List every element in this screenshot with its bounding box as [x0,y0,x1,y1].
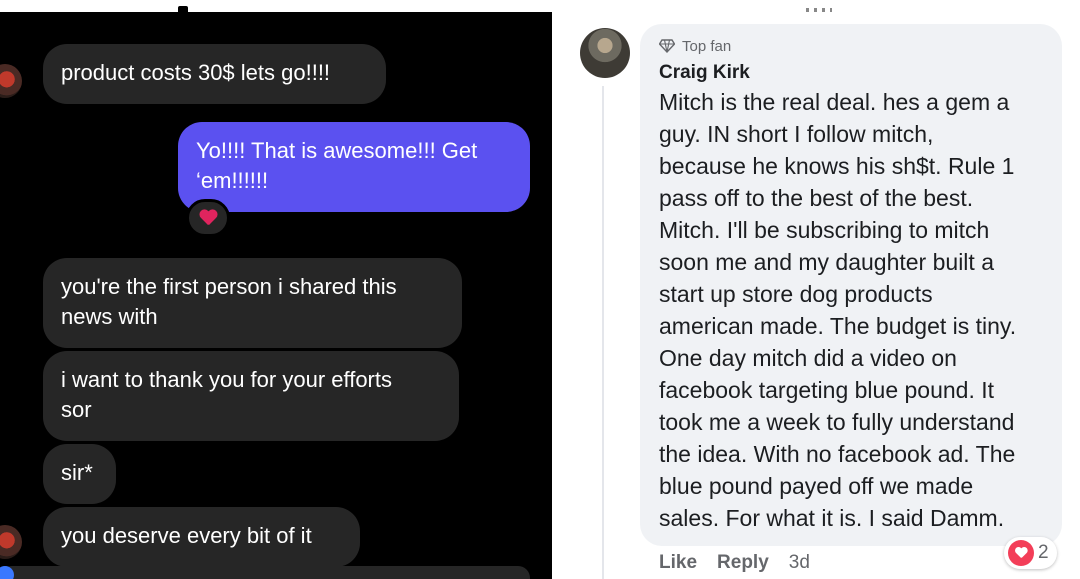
chat-panel: product costs 30$ lets go!!!! Yo!!!! Tha… [0,0,552,579]
comment-line: blue pound payed off we made [659,473,974,499]
comment-line: Mitch. I'll be subscribing to mitch [659,217,990,243]
comment-line: One day mitch did a video on [659,345,957,371]
top-indicator [806,8,832,12]
message-incoming[interactable]: i want to thank you for your efforts sor [43,351,459,441]
like-button[interactable]: Like [659,552,697,574]
message-outgoing[interactable]: Yo!!!! That is awesome!!! Get ‘em!!!!!! [178,122,530,212]
heart-icon [199,210,217,226]
badge-label: Top fan [682,37,732,55]
comment-author[interactable]: Craig Kirk [659,62,1042,84]
message-reaction[interactable] [186,199,230,237]
message-text-line: news with [61,304,158,329]
comment-line: american made. The budget is tiny. [659,313,1017,339]
comment-body: Mitch is the real deal. hes a gem a guy.… [659,86,1042,534]
sender-avatar[interactable] [0,525,22,559]
comment-line: sales. For what it is. I said Damm. [659,505,1005,531]
message-text-line: i want to thank you for your efforts [61,367,392,392]
message-incoming[interactable]: you deserve every bit of it [43,507,360,567]
message-incoming[interactable]: you're the first person i shared this ne… [43,258,462,348]
sender-avatar[interactable] [0,64,22,98]
thread-line [602,86,604,579]
message-text-line: sor [61,397,92,422]
love-icon [1008,540,1034,566]
comment-line: Mitch is the real deal. hes a gem a [659,89,1010,115]
comment-line: pass off to the best of the best. [659,185,974,211]
comment-panel: Top fan Craig Kirk Mitch is the real dea… [552,0,1080,579]
message-text-line: Yo!!!! That is awesome!!! Get [196,138,478,163]
top-bar-glyph [178,6,188,16]
diamond-icon [659,39,675,53]
reply-button[interactable]: Reply [717,552,769,574]
message-text: sir* [61,460,93,485]
chat-top-bar [0,0,552,16]
comment-line: facebook targeting blue pound. It [659,377,995,403]
comment-line: took me a week to fully understand [659,409,1015,435]
comment-bubble: Top fan Craig Kirk Mitch is the real dea… [640,24,1062,546]
message-text: product costs 30$ lets go!!!! [61,60,331,85]
comment-timestamp[interactable]: 3d [789,552,810,574]
message-composer[interactable] [0,566,530,579]
comment-line: because he knows his sh$t. Rule 1 [659,153,1015,179]
reaction-summary[interactable]: 2 [1004,537,1057,569]
comment-line: start up store dog products [659,281,933,307]
message-text-line: you're the first person i shared this [61,274,397,299]
comment-line: guy. IN short I follow mitch, [659,121,934,147]
message-text: you deserve every bit of it [61,523,312,548]
reaction-count: 2 [1038,542,1049,563]
message-incoming[interactable]: sir* [43,444,116,504]
top-fan-badge: Top fan [659,36,1042,56]
comment-actions: Like Reply 3d [659,552,810,574]
message-incoming[interactable]: product costs 30$ lets go!!!! [43,44,386,104]
message-text-line: ‘em!!!!!! [196,168,269,193]
comment-line: soon me and my daughter built a [659,249,994,275]
commenter-avatar[interactable] [580,28,630,78]
comment-line: the idea. With no facebook ad. The [659,441,1016,467]
